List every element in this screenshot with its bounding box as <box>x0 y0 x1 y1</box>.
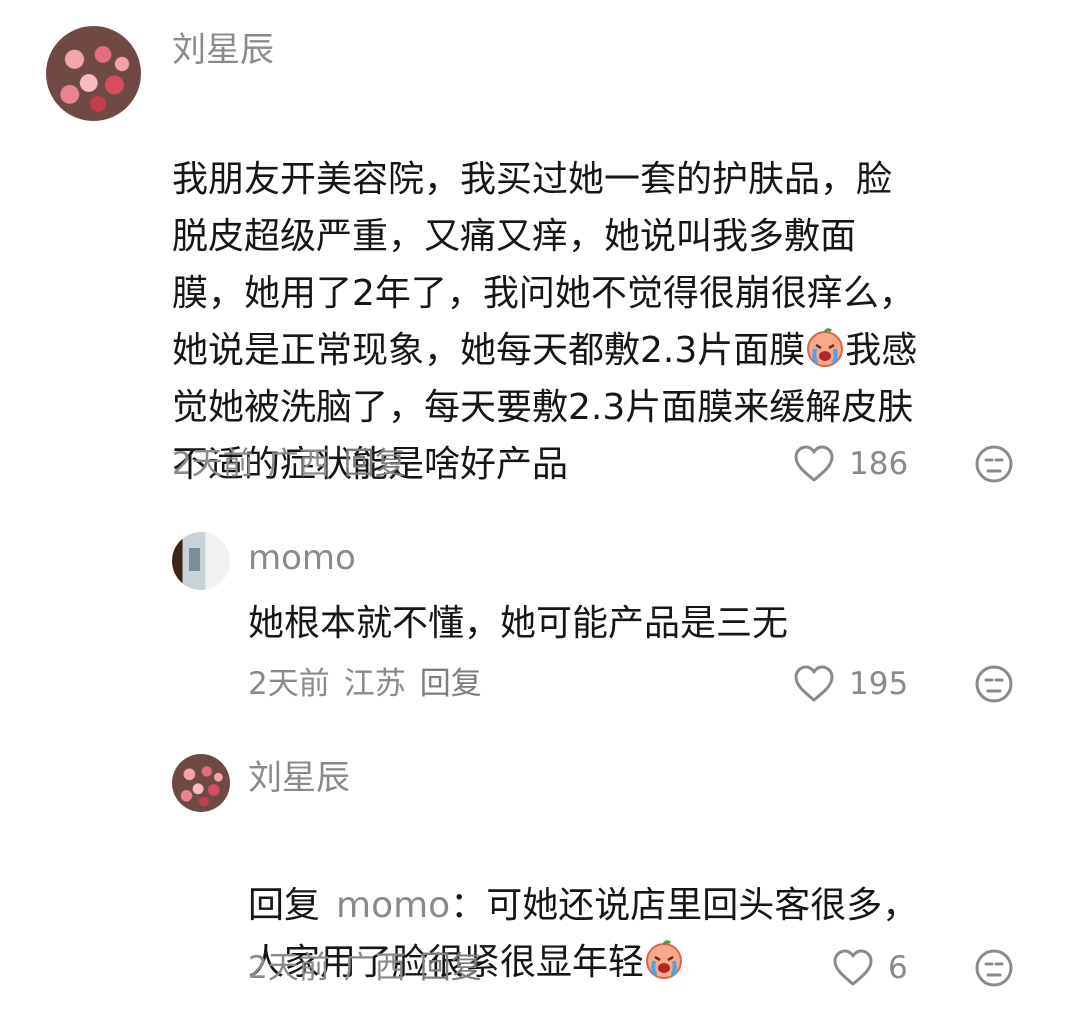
unamused-face-icon[interactable] <box>974 664 1014 704</box>
timestamp: 2天前 <box>248 950 330 986</box>
heart-outline-icon <box>833 949 873 986</box>
like-button[interactable]: 6 <box>832 948 908 988</box>
like-count: 195 <box>849 666 909 702</box>
heart-outline-icon <box>794 445 834 482</box>
reply-button[interactable]: 回复 <box>420 666 482 702</box>
reply-prefix: 回复 <box>248 885 321 926</box>
crying-face-emoji-icon <box>644 940 684 980</box>
like-button[interactable]: 186 <box>793 444 908 484</box>
username[interactable]: 刘星辰 <box>172 30 274 70</box>
timestamp: 2天前 <box>172 446 254 482</box>
comment-meta: 2天前 广西 回复 <box>172 444 420 484</box>
comment-text-part1: 我朋友开美容院，我买过她一套的护肤品，脸 脱皮超级严重，又痛又痒，她说叫我多敷面… <box>172 159 915 371</box>
comment-meta: 2天前 广西 回复 <box>248 948 496 988</box>
comment-text: 她根本就不懂，她可能产品是三无 <box>248 603 789 644</box>
comment-item: momo 她根本就不懂，她可能产品是三无 2天前 江苏 回复 195 <box>0 500 1080 730</box>
reply-to-username[interactable]: momo <box>336 885 450 926</box>
comment-item: 刘星辰 回复 momo：可她还说店里回头客很多， 人家用了脸很紧很显年轻 2天前 广西… <box>0 730 1080 1009</box>
like-count: 186 <box>849 446 909 482</box>
crying-face-emoji-icon <box>805 328 845 368</box>
unamused-face-icon[interactable] <box>974 444 1014 484</box>
like-count: 6 <box>888 950 908 986</box>
unamused-face-icon[interactable] <box>974 948 1014 988</box>
avatar[interactable] <box>172 754 230 812</box>
timestamp: 2天前 <box>248 666 330 702</box>
like-button[interactable]: 195 <box>793 664 908 704</box>
comment-text: 我朋友开美容院，我买过她一套的护肤品，脸 脱皮超级严重，又痛又痒，她说叫我多敷面… <box>172 94 1052 493</box>
username[interactable]: 刘星辰 <box>248 758 350 798</box>
reply-button[interactable]: 回复 <box>344 446 406 482</box>
avatar[interactable] <box>172 532 230 590</box>
username[interactable]: momo <box>248 538 356 578</box>
reply-button[interactable]: 回复 <box>420 950 482 986</box>
comment-item: 刘星辰 我朋友开美容院，我买过她一套的护肤品，脸 脱皮超级严重，又痛又痒，她说叫… <box>0 0 1080 500</box>
location: 广西 <box>343 950 406 986</box>
reply-colon: ： <box>450 885 487 926</box>
comment-text-line1: 可她还说店里回头客很多， <box>486 885 919 926</box>
comment-meta: 2天前 江苏 回复 <box>248 664 496 704</box>
avatar[interactable] <box>46 26 141 121</box>
heart-outline-icon <box>794 665 834 702</box>
location: 广西 <box>267 446 330 482</box>
location: 江苏 <box>343 666 406 702</box>
